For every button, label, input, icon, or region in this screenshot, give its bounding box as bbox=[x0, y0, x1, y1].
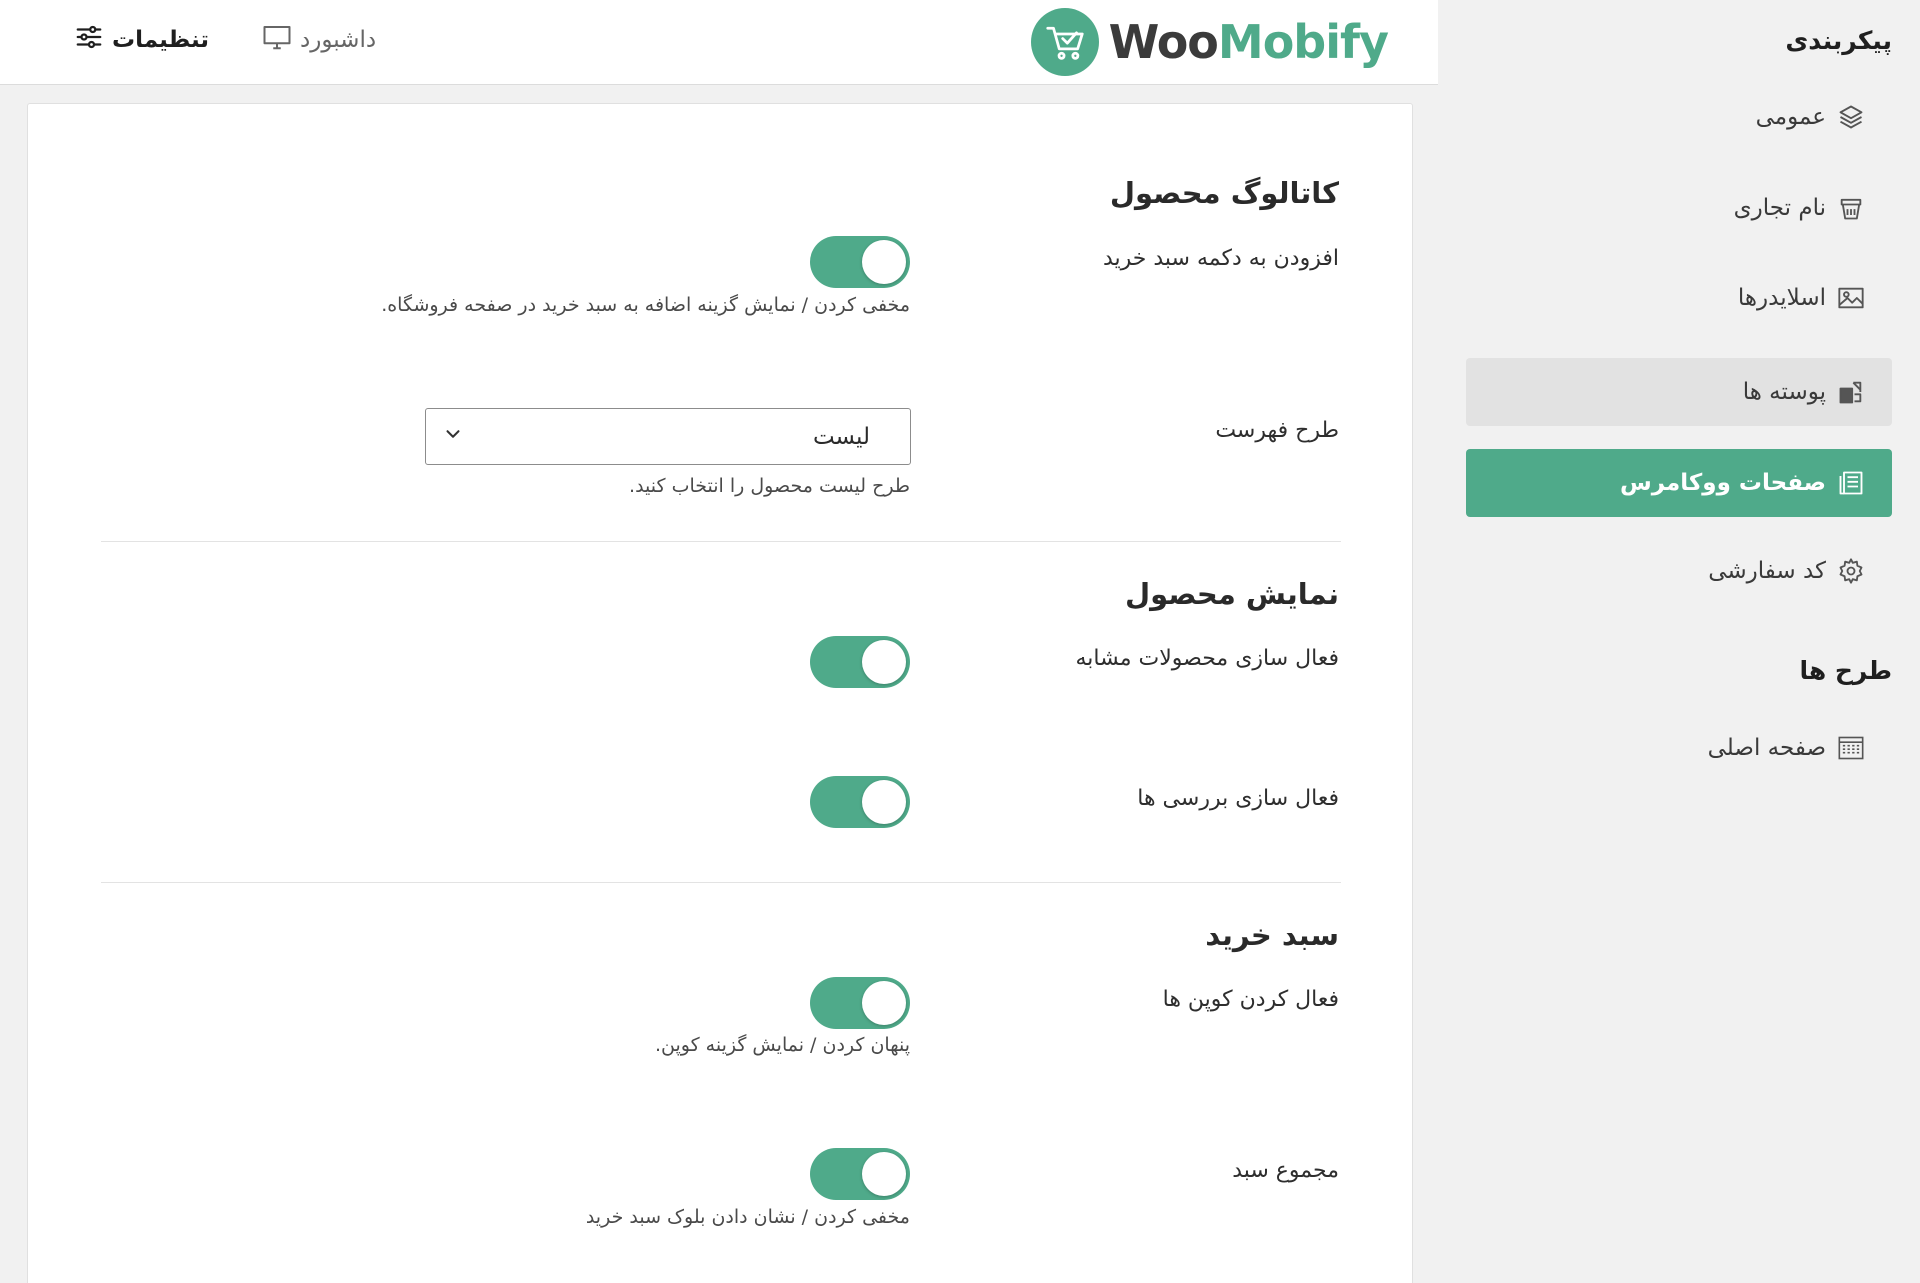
image-icon bbox=[1836, 283, 1866, 313]
section-divider bbox=[101, 882, 1341, 883]
section-title-catalog: کاتالوگ محصول bbox=[1109, 176, 1339, 210]
gear-icon bbox=[1836, 556, 1866, 586]
woomobify-logo[interactable]: WooMobify bbox=[1030, 6, 1389, 78]
toggle-knob bbox=[862, 640, 906, 684]
sidebar-item-custom-code[interactable]: کد سفارشی bbox=[1466, 537, 1892, 605]
pages-icon bbox=[1836, 468, 1866, 498]
sidebar-item-label: عمومی bbox=[1755, 104, 1826, 130]
coupons-label: فعال کردن کوپن ها bbox=[1162, 987, 1339, 1012]
dashboard-link[interactable]: داشبورد bbox=[262, 20, 376, 60]
sidebar-item-general[interactable]: عمومی bbox=[1466, 83, 1892, 151]
add-to-cart-toggle[interactable] bbox=[810, 236, 910, 288]
add-to-cart-label: افزودن به دکمه سبد خرید bbox=[1102, 246, 1339, 271]
cart-total-label: مجموع سبد bbox=[1232, 1158, 1339, 1183]
reviews-label: فعال سازی بررسی ها bbox=[1137, 786, 1339, 811]
related-products-label: فعال سازی محصولات مشابه bbox=[1075, 646, 1340, 671]
brand-icon bbox=[1836, 193, 1866, 223]
settings-card: کاتالوگ محصول افزودن به دکمه سبد خرید مخ… bbox=[27, 103, 1413, 1283]
sidebar-item-label: اسلایدرها bbox=[1737, 285, 1826, 311]
app-root: پیکربندی عمومی نام تجاری اسلایدرها پوسته… bbox=[0, 0, 1920, 1283]
logo-text: WooMobify bbox=[1108, 15, 1389, 69]
section-divider bbox=[101, 541, 1341, 542]
sidebar-item-label: پوسته ها bbox=[1742, 379, 1826, 405]
list-layout-select[interactable]: لیست bbox=[425, 408, 911, 465]
settings-label: تنظیمات bbox=[112, 27, 209, 53]
sidebar-item-woocommerce-pages[interactable]: صفحات ووکامرس bbox=[1466, 449, 1892, 517]
sidebar-heading-config: پیکربندی bbox=[1785, 26, 1892, 55]
sidebar-item-skins[interactable]: پوسته ها bbox=[1466, 358, 1892, 426]
monitor-icon bbox=[262, 22, 292, 58]
list-layout-label: طرح فهرست bbox=[1215, 418, 1339, 443]
coupons-toggle[interactable] bbox=[810, 977, 910, 1029]
sidebar-item-sliders[interactable]: اسلایدرها bbox=[1466, 264, 1892, 332]
skin-icon bbox=[1836, 377, 1866, 407]
logo-cart-icon bbox=[1030, 8, 1099, 76]
sidebar: پیکربندی عمومی نام تجاری اسلایدرها پوسته… bbox=[1440, 0, 1920, 1283]
add-to-cart-help: مخفی کردن / نمایش گزینه اضافه به سبد خری… bbox=[381, 294, 910, 316]
toggle-knob bbox=[862, 981, 906, 1025]
toggle-knob bbox=[862, 1152, 906, 1196]
reviews-toggle[interactable] bbox=[810, 776, 910, 828]
cart-total-help: مخفی کردن / نشان دادن بلوک سبد خرید bbox=[585, 1206, 910, 1228]
sidebar-item-label: کد سفارشی bbox=[1708, 558, 1826, 584]
toggle-knob bbox=[862, 240, 906, 284]
sidebar-item-label: صفحه اصلی bbox=[1707, 735, 1826, 761]
list-layout-help: طرح لیست محصول را انتخاب کنید. bbox=[629, 475, 910, 497]
coupons-help: پنهان کردن / نمایش گزینه کوپن. bbox=[654, 1034, 910, 1056]
sidebar-heading-layouts: طرح ها bbox=[1799, 656, 1892, 685]
layers-icon bbox=[1836, 102, 1866, 132]
sidebar-item-home-page[interactable]: صفحه اصلی bbox=[1466, 714, 1892, 782]
sidebar-item-label: صفحات ووکامرس bbox=[1619, 470, 1826, 496]
toggle-knob bbox=[862, 780, 906, 824]
top-bar: WooMobify داشبورد تنظیمات bbox=[0, 0, 1438, 85]
sidebar-item-brand[interactable]: نام تجاری bbox=[1466, 174, 1892, 242]
section-title-product-display: نمایش محصول bbox=[1125, 577, 1339, 611]
chevron-down-icon bbox=[442, 423, 464, 451]
settings-link[interactable]: تنظیمات bbox=[74, 20, 209, 60]
dashboard-label: داشبورد bbox=[300, 27, 377, 53]
cart-total-toggle[interactable] bbox=[810, 1148, 910, 1200]
grid-icon bbox=[1836, 733, 1866, 763]
sliders-icon bbox=[74, 22, 104, 58]
section-title-cart: سبد خرید bbox=[1205, 918, 1339, 952]
list-layout-value: لیست bbox=[812, 423, 870, 450]
related-products-toggle[interactable] bbox=[810, 636, 910, 688]
sidebar-item-label: نام تجاری bbox=[1733, 195, 1826, 221]
